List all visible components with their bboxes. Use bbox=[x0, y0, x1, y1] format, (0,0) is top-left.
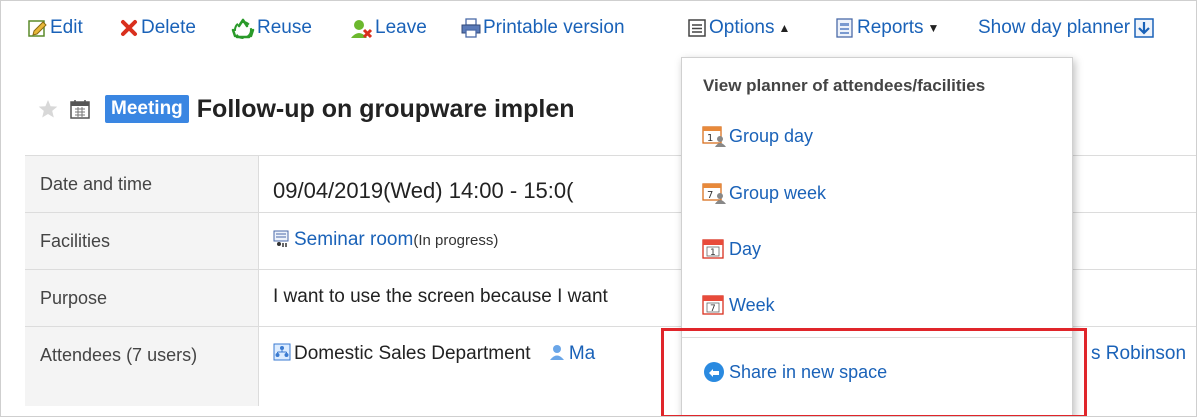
svg-text:7: 7 bbox=[710, 304, 716, 314]
svg-text:1: 1 bbox=[707, 133, 713, 144]
leave-label: Leave bbox=[375, 17, 427, 38]
attendees-label: Attendees (7 users) bbox=[25, 327, 259, 406]
reports-label: Reports bbox=[857, 17, 924, 38]
attendee-link-1[interactable]: Ma bbox=[569, 343, 595, 364]
menu-item-day[interactable]: 1 Day bbox=[702, 235, 761, 263]
event-title-row: Meeting Follow-up on groupware implen bbox=[37, 89, 575, 129]
date-time-label: Date and time bbox=[25, 156, 259, 212]
menu-item-share-in-new-space[interactable]: Share in new space bbox=[702, 358, 887, 386]
attendees-value: Domestic Sales Department Ma bbox=[273, 327, 595, 406]
group-week-icon: 7 bbox=[702, 181, 728, 205]
menu-item-group-week[interactable]: 7 Group week bbox=[702, 179, 826, 207]
purpose-value: I want to use the screen because I want bbox=[273, 286, 608, 307]
arrow-down-box-icon bbox=[1134, 18, 1154, 38]
show-day-planner-button[interactable]: Show day planner bbox=[978, 15, 1156, 41]
facility-icon bbox=[273, 229, 291, 247]
options-label: Options bbox=[709, 17, 775, 38]
event-category-badge: Meeting bbox=[105, 95, 189, 123]
toolbar: Edit Delete Reuse Leave Printable versio… bbox=[1, 1, 1196, 51]
menu-item-week-label: Week bbox=[729, 294, 775, 315]
edit-button[interactable]: Edit bbox=[28, 15, 83, 41]
share-space-icon bbox=[702, 360, 728, 384]
printer-icon bbox=[461, 18, 481, 38]
caret-down-icon: ▼ bbox=[927, 21, 940, 35]
edit-icon bbox=[28, 18, 48, 38]
attendee-link-right[interactable]: s Robinson bbox=[1091, 327, 1186, 406]
menu-heading: View planner of attendees/facilities bbox=[703, 76, 986, 95]
date-time-value: 09/04/2019(Wed) 14:00 - 15:0( bbox=[273, 178, 574, 203]
delete-icon bbox=[119, 18, 139, 38]
menu-item-day-label: Day bbox=[729, 238, 762, 259]
group-day-icon: 1 bbox=[702, 124, 728, 148]
day-calendar-icon: 1 bbox=[702, 237, 728, 261]
menu-item-group-day-label: Group day bbox=[729, 125, 814, 146]
printable-version-button[interactable]: Printable version bbox=[461, 15, 625, 41]
event-title: Follow-up on groupware implen bbox=[196, 94, 575, 123]
svg-text:1: 1 bbox=[710, 248, 716, 258]
reuse-button[interactable]: Reuse bbox=[231, 15, 312, 41]
week-calendar-icon: 7 bbox=[702, 293, 728, 317]
user-icon bbox=[548, 343, 566, 361]
purpose-label: Purpose bbox=[25, 270, 259, 326]
menu-item-group-day[interactable]: 1 Group day bbox=[702, 122, 813, 150]
facility-link[interactable]: Seminar room bbox=[294, 229, 413, 250]
menu-item-week[interactable]: 7 Week bbox=[702, 291, 775, 319]
edit-label: Edit bbox=[50, 17, 83, 38]
facility-status: (In progress) bbox=[413, 232, 499, 249]
menu-item-group-week-label: Group week bbox=[729, 182, 827, 203]
facilities-label: Facilities bbox=[25, 213, 259, 269]
reports-dropdown-button[interactable]: Reports ▼ bbox=[835, 15, 939, 41]
calendar-icon bbox=[69, 98, 91, 120]
recycle-icon bbox=[231, 18, 255, 39]
leave-user-icon bbox=[349, 18, 373, 39]
delete-label: Delete bbox=[141, 17, 196, 38]
facilities-value: Seminar room(In progress) bbox=[273, 213, 498, 269]
delete-button[interactable]: Delete bbox=[119, 15, 196, 41]
reuse-label: Reuse bbox=[257, 17, 312, 38]
schedule-detail-page: Edit Delete Reuse Leave Printable versio… bbox=[0, 0, 1197, 417]
printable-label: Printable version bbox=[483, 17, 625, 38]
attendee-org: Domestic Sales Department bbox=[294, 343, 531, 364]
svg-text:7: 7 bbox=[707, 190, 713, 201]
menu-item-share-label: Share in new space bbox=[729, 361, 888, 382]
menu-divider bbox=[682, 337, 1072, 338]
organization-icon bbox=[273, 343, 291, 361]
caret-up-icon: ▲ bbox=[778, 21, 791, 35]
star-icon[interactable] bbox=[37, 98, 59, 120]
leave-button[interactable]: Leave bbox=[349, 15, 427, 41]
show-day-planner-label: Show day planner bbox=[978, 17, 1131, 38]
options-dropdown-menu: View planner of attendees/facilities 1 G… bbox=[681, 57, 1073, 416]
options-list-icon bbox=[687, 18, 707, 38]
options-dropdown-button[interactable]: Options ▲ bbox=[687, 15, 790, 41]
reports-icon bbox=[835, 18, 855, 38]
